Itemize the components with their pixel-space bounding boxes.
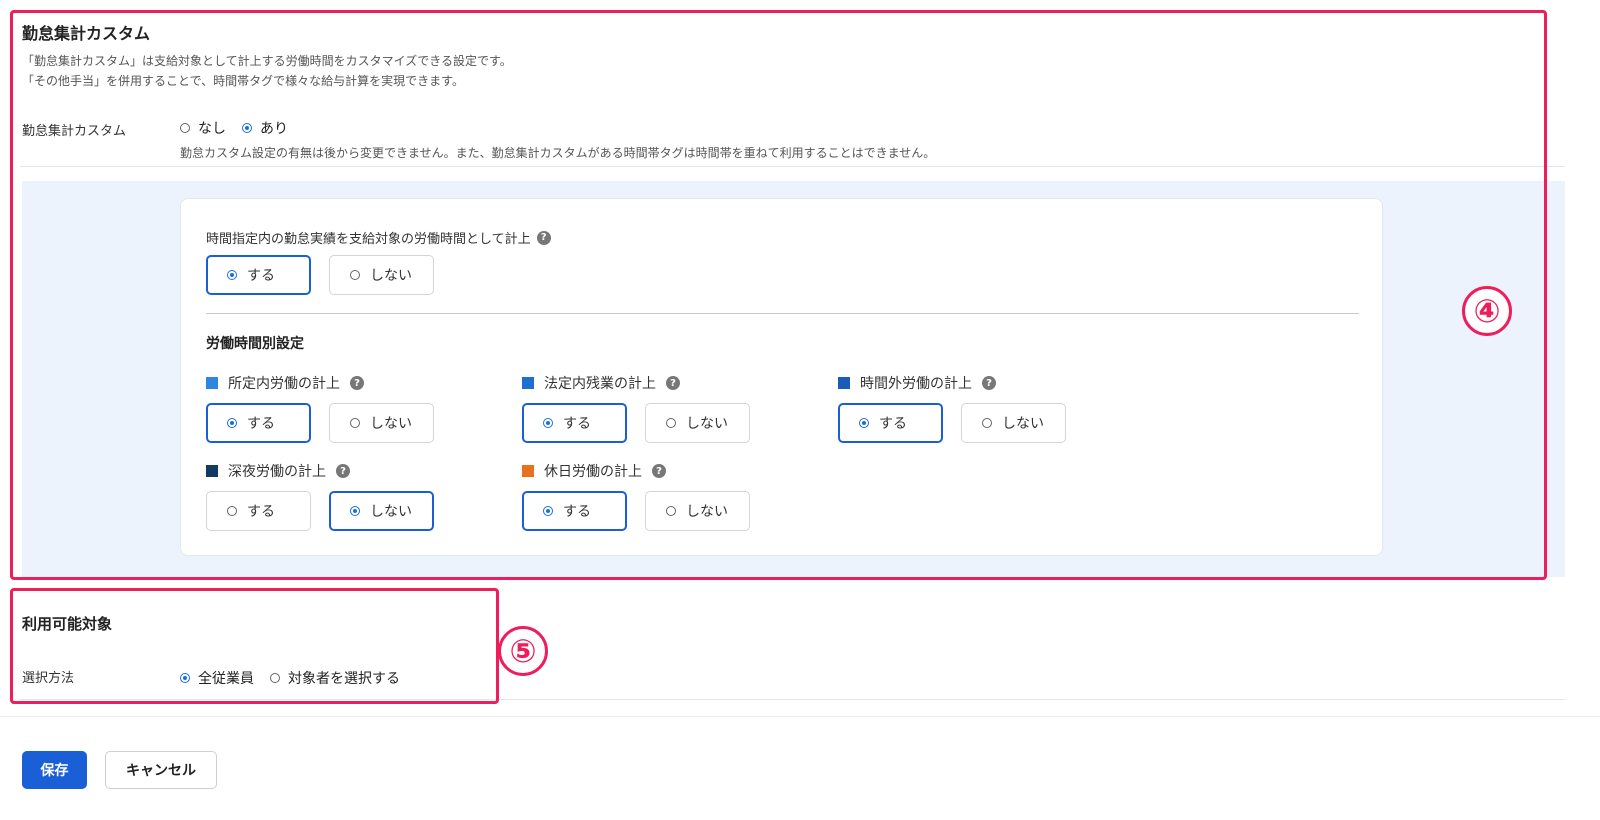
footer-divider (0, 716, 1600, 717)
annotation-frame-4 (10, 10, 1547, 580)
cancel-button[interactable]: キャンセル (105, 751, 217, 789)
save-button[interactable]: 保存 (22, 751, 87, 789)
annotation-badge-5: ⑤ (498, 626, 548, 676)
annotation-frame-5 (10, 588, 499, 704)
annotation-badge-4: ④ (1462, 286, 1512, 336)
